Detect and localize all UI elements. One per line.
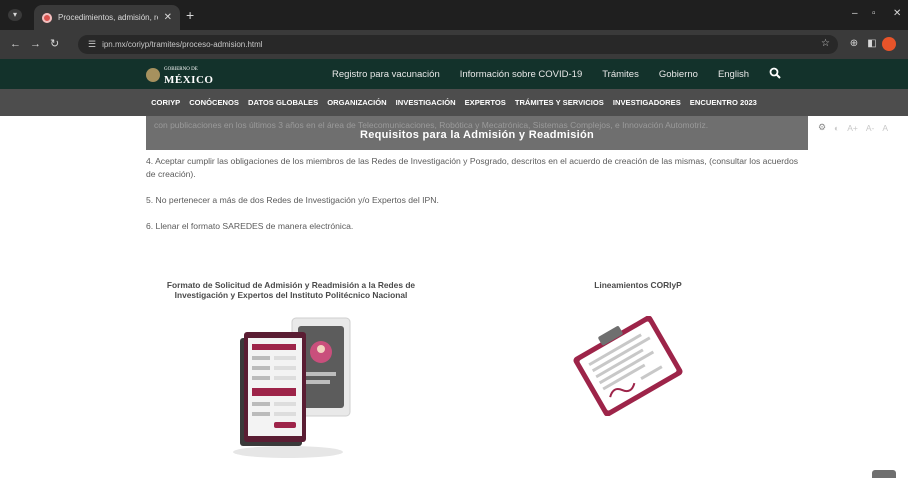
accessibility-controls: ⚙ ◐ A+ A- A bbox=[818, 122, 888, 133]
gov-mexico-logo[interactable]: GOBIERNO DE MÉXICO bbox=[146, 65, 214, 86]
main-nav: CORIYP CONÓCENOS DATOS GLOBALES ORGANIZA… bbox=[0, 89, 908, 116]
browser-tab[interactable]: Procedimientos, admisión, ree ✕ bbox=[34, 5, 180, 30]
list-item: 5. No pertenecer a más de dos Redes de I… bbox=[146, 195, 439, 205]
gov-seal-icon bbox=[146, 68, 160, 82]
form-card-title[interactable]: Formato de Solicitud de Admisión y Readm… bbox=[146, 280, 436, 300]
font-smaller-button[interactable]: A- bbox=[866, 123, 875, 133]
favicon-icon bbox=[42, 12, 52, 23]
clipboard-document-illustration[interactable] bbox=[548, 315, 708, 417]
back-arrow-icon[interactable]: ← bbox=[10, 38, 21, 50]
section-banner: con publicaciones en los últimos 3 años … bbox=[146, 116, 808, 150]
nav-expertos[interactable]: EXPERTOS bbox=[465, 98, 506, 107]
address-bar[interactable]: ☰ ipn.mx/coriyp/tramites/proceso-admisio… bbox=[78, 35, 838, 54]
page-title: Requisitos para la Admisión y Readmisión bbox=[359, 129, 595, 141]
forward-arrow-icon[interactable]: → bbox=[30, 38, 41, 50]
link-vacunacion[interactable]: Registro para vacunación bbox=[332, 69, 440, 80]
maximize-button[interactable]: ▫ bbox=[872, 8, 876, 19]
sidebar-icon[interactable]: ◧ bbox=[866, 38, 878, 50]
gov-header: GOBIERNO DE MÉXICO Registro para vacunac… bbox=[0, 59, 908, 89]
font-reset-button[interactable]: A bbox=[882, 123, 888, 133]
scroll-top-button[interactable] bbox=[872, 470, 896, 478]
profile-avatar[interactable] bbox=[882, 37, 896, 51]
link-gobierno[interactable]: Gobierno bbox=[659, 69, 698, 80]
tab-search-icon[interactable]: ▾ bbox=[8, 9, 22, 21]
list-item: 6. Llenar el formato SAREDES de manera e… bbox=[146, 221, 354, 231]
link-tramites[interactable]: Trámites bbox=[602, 69, 639, 80]
requirements-list: 4. Aceptar cumplir las obligaciones de l… bbox=[146, 155, 806, 246]
guidelines-card-title[interactable]: Lineamientos CORIyP bbox=[548, 280, 728, 290]
tab-title: Procedimientos, admisión, ree bbox=[58, 13, 158, 22]
reload-icon[interactable]: ↻ bbox=[50, 38, 59, 50]
tab-close-icon[interactable]: ✕ bbox=[164, 12, 172, 23]
close-window-button[interactable]: ✕ bbox=[893, 8, 901, 19]
form-document-illustration[interactable] bbox=[220, 312, 370, 462]
new-tab-button[interactable]: + bbox=[186, 8, 194, 22]
list-item: 4. Aceptar cumplir las obligaciones de l… bbox=[146, 156, 799, 179]
link-covid[interactable]: Información sobre COVID-19 bbox=[460, 69, 583, 80]
nav-tramites-servicios[interactable]: TRÁMITES Y SERVICIOS bbox=[515, 98, 604, 107]
settings-icon[interactable]: ⚙ bbox=[818, 122, 826, 133]
nav-datos-globales[interactable]: DATOS GLOBALES bbox=[248, 98, 318, 107]
nav-investigacion[interactable]: INVESTIGACIÓN bbox=[396, 98, 456, 107]
extensions-icon[interactable]: ⊕ bbox=[848, 38, 860, 50]
nav-investigadores[interactable]: INVESTIGADORES bbox=[613, 98, 681, 107]
font-larger-button[interactable]: A+ bbox=[847, 123, 858, 133]
logo-title: MÉXICO bbox=[164, 74, 214, 86]
bookmark-star-icon[interactable]: ☆ bbox=[821, 38, 830, 49]
minimize-button[interactable]: – bbox=[852, 8, 858, 19]
browser-tab-strip: ▾ Procedimientos, admisión, ree ✕ + – ▫ … bbox=[0, 0, 908, 30]
contrast-icon[interactable]: ◐ bbox=[834, 123, 839, 133]
nav-organizacion[interactable]: ORGANIZACIÓN bbox=[327, 98, 386, 107]
nav-coriyp[interactable]: CORIYP bbox=[151, 98, 180, 107]
gov-links: Registro para vacunación Información sob… bbox=[332, 59, 781, 89]
search-icon[interactable] bbox=[769, 67, 781, 82]
url-text: ipn.mx/coriyp/tramites/proceso-admision.… bbox=[102, 40, 263, 49]
nav-conocenos[interactable]: CONÓCENOS bbox=[189, 98, 239, 107]
link-english[interactable]: English bbox=[718, 69, 749, 80]
browser-toolbar: ← → ↻ ☰ ipn.mx/coriyp/tramites/proceso-a… bbox=[0, 30, 908, 59]
site-info-icon[interactable]: ☰ bbox=[88, 39, 96, 50]
nav-encuentro-2023[interactable]: ENCUENTRO 2023 bbox=[690, 98, 757, 107]
